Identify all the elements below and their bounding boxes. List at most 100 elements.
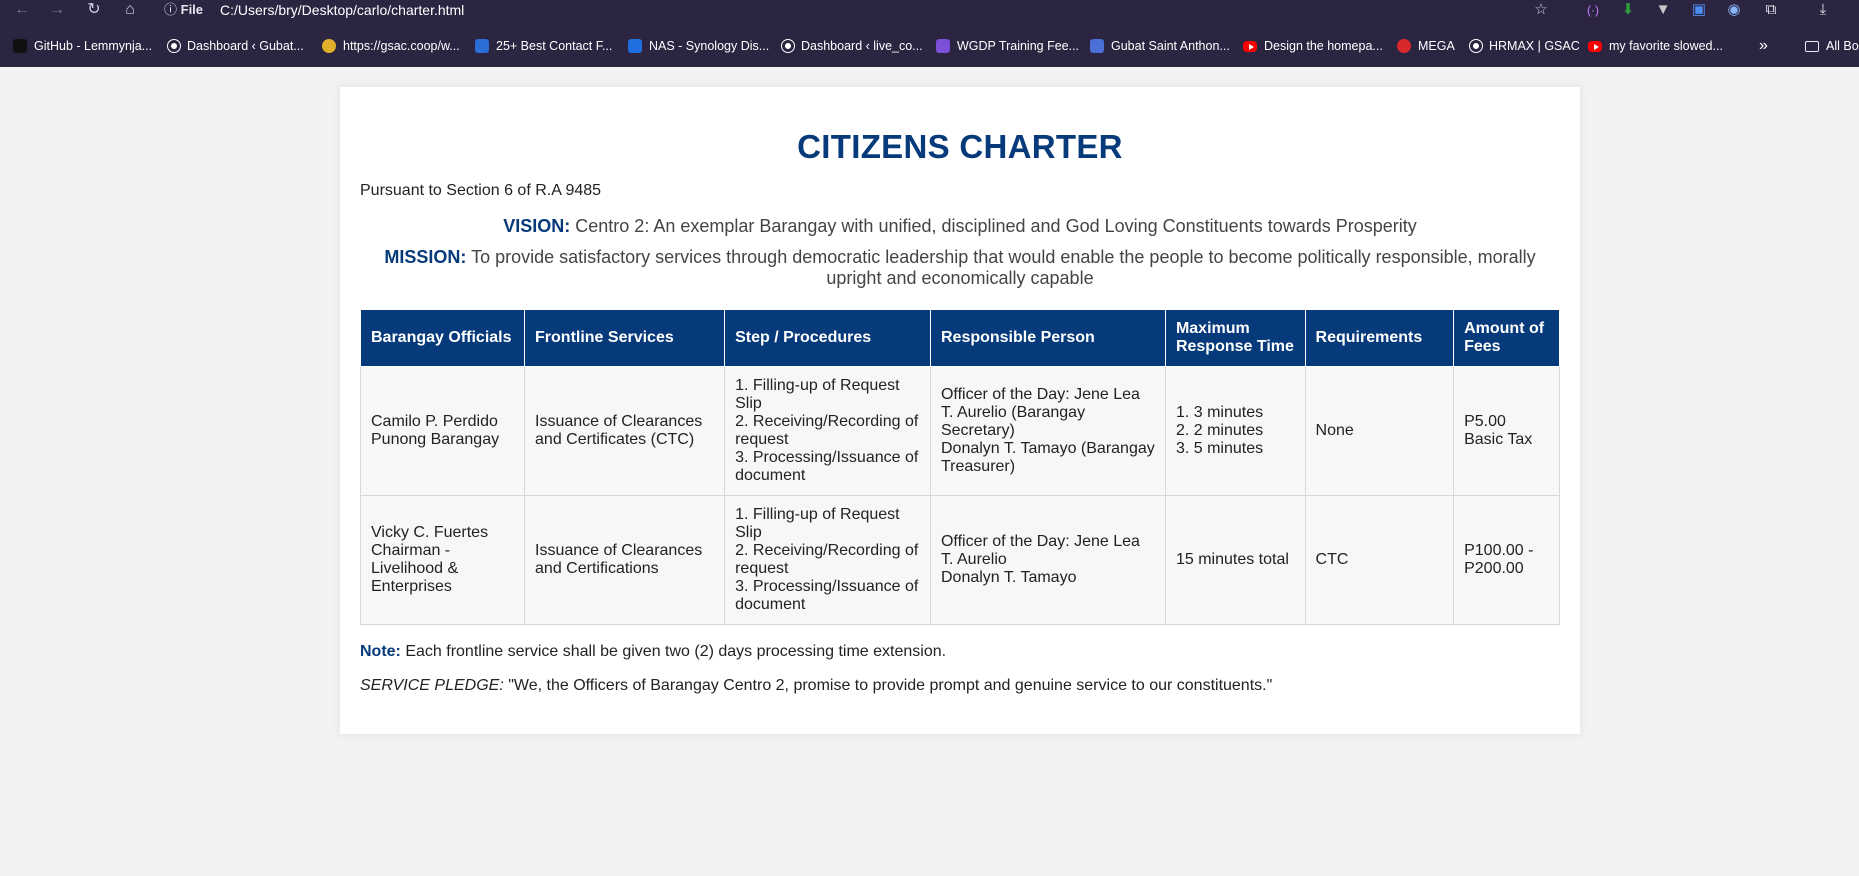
column-header-procedures: Step / Procedures xyxy=(724,309,931,367)
bookmark-label: 25+ Best Contact F... xyxy=(496,39,613,53)
bookmark-label: MEGA xyxy=(1418,39,1455,53)
charter-card: CITIZENS CHARTER Pursuant to Section 6 o… xyxy=(340,87,1580,734)
bookmark-design-homepage[interactable]: Design the homepa... xyxy=(1243,37,1383,55)
page-viewport: CITIZENS CHARTER Pursuant to Section 6 o… xyxy=(0,67,1859,876)
note-body: Each frontline service shall be given tw… xyxy=(405,643,947,660)
cell-official: Camilo P. Perdido Punong Barangay xyxy=(359,366,526,496)
bookmark-wgdp-training[interactable]: WGDP Training Fee... xyxy=(936,37,1079,55)
vision-statement: VISION: Centro 2: An exemplar Barangay w… xyxy=(360,216,1560,237)
mission-statement: MISSION: To provide satisfactory service… xyxy=(360,247,1560,289)
folder-icon xyxy=(1805,40,1819,52)
column-header-officials: Barangay Officials xyxy=(359,309,526,367)
bookmark-label: GitHub - Lemmynja... xyxy=(34,39,153,53)
mission-text: To provide satisfactory services through… xyxy=(471,247,1536,288)
bookmark-dashboard-live[interactable]: Dashboard ‹ live_co... xyxy=(782,37,923,55)
bookmarks-bar: GitHub - Lemmynja... Dashboard ‹ Gubat..… xyxy=(0,35,1859,57)
youtube-icon xyxy=(1243,40,1257,52)
cell-procedures: 1. Filling-up of Request Slip 2. Receivi… xyxy=(724,366,931,496)
cell-response-time: 15 minutes total xyxy=(1164,495,1306,625)
extension-icon[interactable]: (·) xyxy=(1582,0,1604,20)
column-header-requirements: Requirements xyxy=(1304,309,1455,367)
note-text: Note: Each frontline service shall be gi… xyxy=(360,642,1560,662)
vision-text: Centro 2: An exemplar Barangay with unif… xyxy=(575,216,1417,236)
bookmark-label: Dashboard ‹ Gubat... xyxy=(187,39,304,53)
gsac-icon xyxy=(322,39,336,53)
bookmark-label: Dashboard ‹ live_co... xyxy=(801,39,923,53)
bookmark-contact-forms[interactable]: 25+ Best Contact F... xyxy=(475,37,612,55)
cell-service: Issuance of Clearances and Certificates … xyxy=(524,366,726,496)
cell-service: Issuance of Clearances and Certification… xyxy=(524,495,726,625)
browser-toolbar: ← → ↻ ⌂ ⓘ File C:/Users/bry/Desktop/carl… xyxy=(0,0,1859,22)
dsm-icon xyxy=(628,39,642,53)
youtube-icon xyxy=(1588,40,1602,52)
bookmark-label: https://gsac.coop/w... xyxy=(343,39,460,53)
bookmark-github[interactable]: GitHub - Lemmynja... xyxy=(13,37,152,55)
extensions-puzzle-icon[interactable]: ⧉ xyxy=(1760,0,1782,20)
mega-icon xyxy=(1397,39,1411,53)
back-arrow-icon[interactable]: ← xyxy=(11,0,33,20)
bookmark-nas-synology[interactable]: NAS - Synology Dis... xyxy=(628,37,769,55)
reload-icon[interactable]: ↻ xyxy=(83,0,105,20)
page-title: CITIZENS CHARTER xyxy=(797,128,1123,165)
bookmark-label: Gubat Saint Anthon... xyxy=(1111,39,1230,53)
table-header: Barangay Officials Frontline Services St… xyxy=(359,309,1560,367)
bookmark-star-icon[interactable]: ☆ xyxy=(1530,0,1552,20)
github-icon xyxy=(13,39,27,53)
cell-responsible: Officer of the Day: Jene Lea T. Aurelio … xyxy=(929,366,1166,496)
table-row: Vicky C. Fuertes Chairman - Livelihood &… xyxy=(359,495,1560,625)
column-header-responsible: Responsible Person xyxy=(929,309,1166,367)
browser-chrome: ← → ↻ ⌂ ⓘ File C:/Users/bry/Desktop/carl… xyxy=(0,0,1859,67)
vue-devtools-icon[interactable]: ▼ xyxy=(1652,0,1674,20)
all-bookmarks-label: All Bo xyxy=(1826,39,1859,53)
column-header-fees: Amount of Fees xyxy=(1453,309,1560,367)
globe-icon xyxy=(782,40,794,52)
column-header-response-time: Maximum Response Time xyxy=(1164,309,1306,367)
cell-requirements: CTC xyxy=(1304,495,1455,625)
download-extension-icon[interactable]: ⬇ xyxy=(1617,0,1639,20)
bookmark-hrmax[interactable]: HRMAX | GSAC xyxy=(1470,37,1580,55)
charter-table: Barangay Officials Frontline Services St… xyxy=(359,309,1560,625)
bookmark-gubat-saint-anthony[interactable]: Gubat Saint Anthon... xyxy=(1090,37,1230,55)
cell-fees: P5.00 Basic Tax xyxy=(1453,366,1560,496)
calendar-icon xyxy=(1090,39,1104,53)
bookmark-favorite-slowed[interactable]: my favorite slowed... xyxy=(1588,37,1723,55)
vision-label: VISION: xyxy=(503,216,571,236)
bookmark-label: HRMAX | GSAC xyxy=(1489,39,1580,53)
bookmark-mega[interactable]: MEGA xyxy=(1397,37,1455,55)
bookmark-icon xyxy=(475,39,489,53)
bookmarks-overflow-button[interactable]: » xyxy=(1759,37,1768,55)
forms-icon xyxy=(936,39,950,53)
bookmark-label: WGDP Training Fee... xyxy=(957,39,1080,53)
mission-label: MISSION: xyxy=(384,247,467,267)
bookmark-gsac[interactable]: https://gsac.coop/w... xyxy=(322,37,460,55)
extension-h-icon[interactable]: ▣ xyxy=(1688,0,1710,20)
cell-official: Vicky C. Fuertes Chairman - Livelihood &… xyxy=(359,495,526,625)
site-info-button[interactable]: ⓘ File xyxy=(164,2,203,18)
cell-fees: P100.00 - P200.00 xyxy=(1453,495,1560,625)
note-label: Note: xyxy=(360,643,401,660)
column-header-services: Frontline Services xyxy=(524,309,726,367)
file-label: File xyxy=(180,2,204,17)
address-bar[interactable]: C:/Users/bry/Desktop/carlo/charter.html xyxy=(220,1,464,19)
cell-requirements: None xyxy=(1304,366,1455,496)
pledge-body: "We, the Officers of Barangay Centro 2, … xyxy=(508,677,1273,694)
pursuant-text: Pursuant to Section 6 of R.A 9485 xyxy=(360,182,602,199)
bookmark-label: NAS - Synology Dis... xyxy=(649,39,770,53)
cell-procedures: 1. Filling-up of Request Slip 2. Receivi… xyxy=(724,495,931,625)
globe-icon xyxy=(1470,40,1482,52)
cell-responsible: Officer of the Day: Jene Lea T. Aurelio … xyxy=(929,495,1166,625)
all-bookmarks-button[interactable]: All Bo xyxy=(1805,37,1859,55)
bookmark-dashboard-gubat[interactable]: Dashboard ‹ Gubat... xyxy=(168,37,304,55)
screenshot-extension-icon[interactable]: ◉ xyxy=(1723,0,1745,20)
bookmark-label: my favorite slowed... xyxy=(1609,39,1723,53)
cell-response-time: 1. 3 minutes 2. 2 minutes 3. 5 minutes xyxy=(1164,366,1306,496)
table-row: Camilo P. Perdido Punong Barangay Issuan… xyxy=(359,366,1560,496)
globe-icon xyxy=(168,40,180,52)
header-row: Barangay Officials Frontline Services St… xyxy=(359,309,1560,367)
service-pledge: SERVICE PLEDGE: "We, the Officers of Bar… xyxy=(360,676,1560,696)
downloads-icon[interactable]: ⤓ xyxy=(1812,0,1834,20)
home-icon[interactable]: ⌂ xyxy=(119,0,141,20)
pledge-label: SERVICE PLEDGE: xyxy=(360,677,504,694)
forward-arrow-icon[interactable]: → xyxy=(46,0,68,20)
bookmark-label: Design the homepa... xyxy=(1264,39,1383,53)
